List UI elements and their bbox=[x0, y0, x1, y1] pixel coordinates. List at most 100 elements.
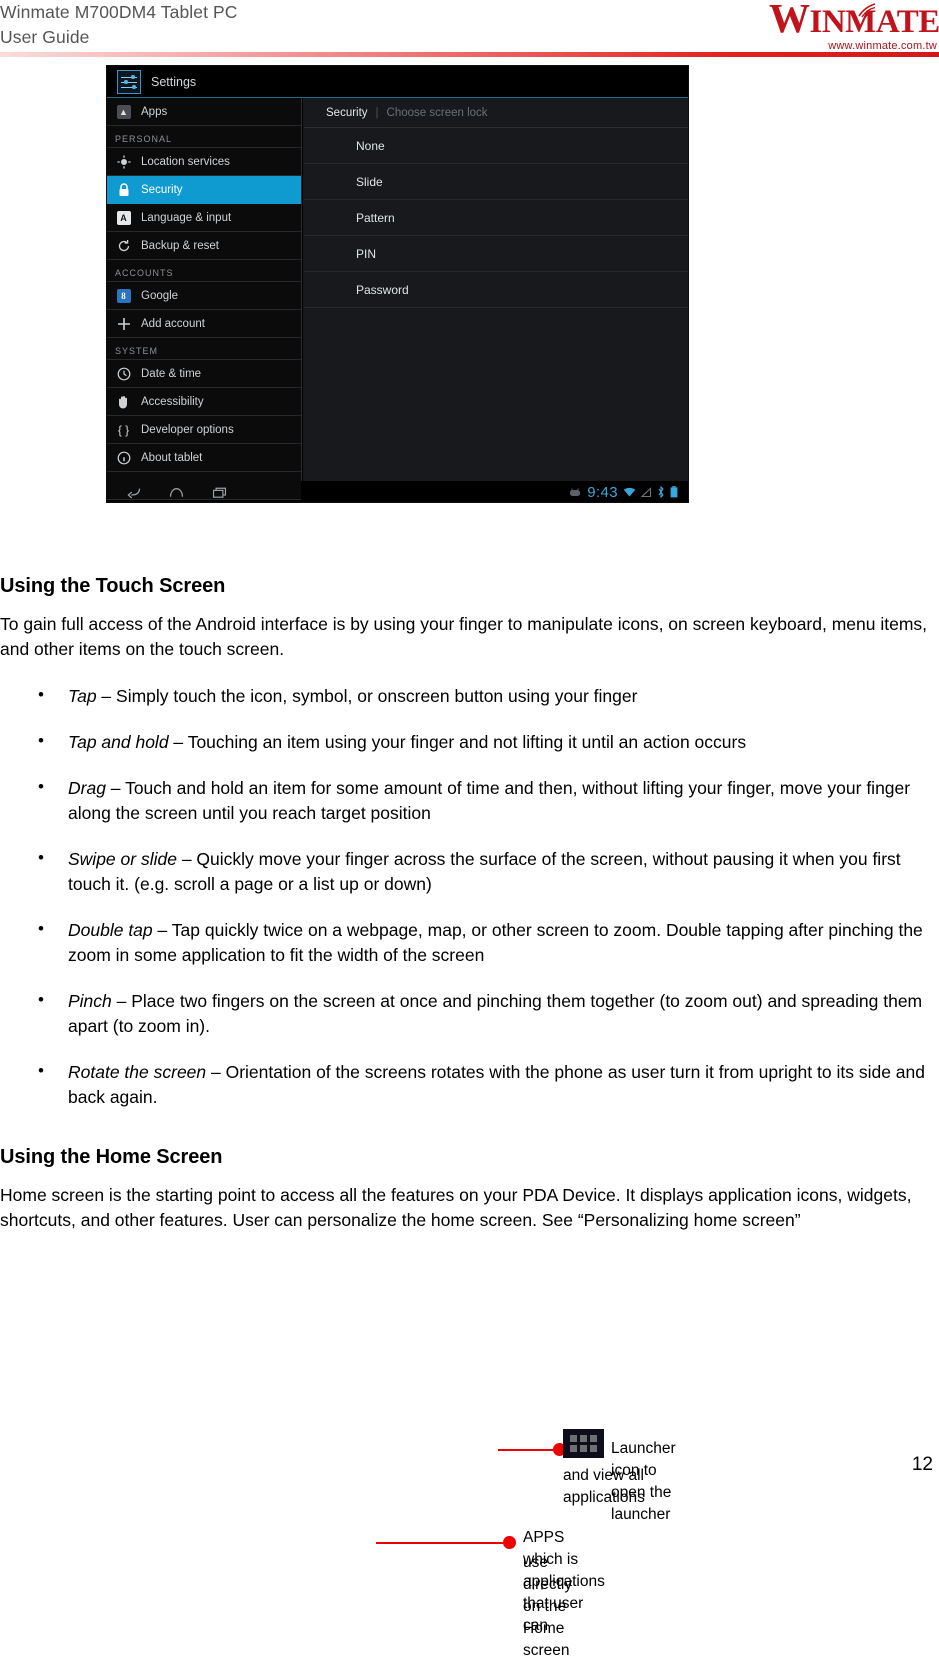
sidebar-item-developer-options[interactable]: { } Developer options bbox=[107, 416, 301, 444]
sidebar-header-label: PERSONAL bbox=[115, 134, 172, 144]
status-bar: 9:43 bbox=[568, 484, 682, 501]
gesture-term: Tap and hold bbox=[68, 732, 169, 752]
sidebar-item-label: About tablet bbox=[141, 452, 202, 464]
sidebar-item-date-and-time[interactable]: Date & time bbox=[107, 360, 301, 388]
section-heading-home-screen: Using the Home Screen bbox=[0, 1146, 939, 1169]
gesture-list: Tap – Simply touch the icon, symbol, or … bbox=[0, 684, 939, 1110]
header-divider-rule bbox=[0, 52, 939, 57]
home-screen-intro-paragraph: Home screen is the starting point to acc… bbox=[0, 1183, 939, 1233]
lock-icon bbox=[115, 181, 132, 198]
breadcrumb-separator: | bbox=[376, 107, 379, 119]
winmate-logo: WINMATE www.winmate.com.tw bbox=[769, 2, 937, 54]
backup-reset-icon bbox=[115, 237, 132, 254]
sidebar-item-label: Language & input bbox=[141, 212, 231, 224]
list-item: Pinch – Place two fingers on the screen … bbox=[0, 989, 939, 1039]
callout-leader-line bbox=[376, 1542, 508, 1544]
language-icon: A bbox=[115, 209, 132, 226]
sidebar-item-label: Accessibility bbox=[141, 396, 204, 408]
wifi-icon bbox=[623, 487, 636, 498]
logo-wordmark-rest: INMATE bbox=[810, 4, 939, 40]
signal-icon bbox=[641, 487, 652, 498]
callout-launcher-line2: and view all applications bbox=[563, 1465, 645, 1509]
sidebar-item-language-and-input[interactable]: A Language & input bbox=[107, 204, 301, 232]
document-content: Using the Touch Screen To gain full acce… bbox=[0, 503, 939, 1233]
logo-url: www.winmate.com.tw bbox=[769, 40, 937, 52]
list-item: Double tap – Tap quickly twice on a webp… bbox=[0, 918, 939, 968]
detail-pane-empty-space bbox=[304, 308, 688, 428]
document-title: Winmate M700DM4 Tablet PC User Guide bbox=[0, 0, 238, 50]
list-item: Tap – Simply touch the icon, symbol, or … bbox=[0, 684, 939, 709]
sidebar-item-add-account[interactable]: Add account bbox=[107, 310, 301, 338]
battery-icon bbox=[670, 486, 678, 498]
sidebar-item-label: Add account bbox=[141, 318, 205, 330]
sidebar-item-security[interactable]: Security bbox=[107, 176, 301, 204]
gesture-term: Rotate the screen bbox=[68, 1062, 206, 1082]
sidebar-header-label: ACCOUNTS bbox=[115, 268, 174, 278]
settings-detail-pane: Security | Choose screen lock None Slide… bbox=[302, 98, 688, 481]
launcher-grid-icon[interactable] bbox=[563, 1429, 604, 1458]
gesture-term: Double tap bbox=[68, 920, 153, 940]
list-item: Rotate the screen – Orientation of the s… bbox=[0, 1060, 939, 1110]
google-icon: 8 bbox=[115, 287, 132, 304]
settings-action-bar: Settings bbox=[107, 66, 688, 98]
lock-option-pin[interactable]: PIN bbox=[304, 236, 688, 272]
page-header: Winmate M700DM4 Tablet PC User Guide WIN… bbox=[0, 0, 939, 58]
bluetooth-icon bbox=[657, 486, 665, 498]
gesture-term: Pinch bbox=[68, 991, 112, 1011]
sidebar-item-about-tablet[interactable]: About tablet bbox=[107, 444, 301, 472]
sidebar-item-label: Date & time bbox=[141, 368, 201, 380]
list-item: Tap and hold – Touching an item using yo… bbox=[0, 730, 939, 755]
gesture-description: – Place two fingers on the screen at onc… bbox=[68, 991, 922, 1036]
settings-sidebar: ▲ Apps PERSONAL Location services Securi… bbox=[107, 98, 302, 481]
gesture-description: – Touching an item using your finger and… bbox=[169, 732, 747, 752]
page-number: 12 bbox=[912, 1454, 933, 1476]
document-title-line1: Winmate M700DM4 Tablet PC bbox=[0, 2, 238, 22]
gesture-description: – Simply touch the icon, symbol, or onsc… bbox=[97, 686, 638, 706]
location-icon bbox=[115, 153, 132, 170]
sidebar-item-label: Location services bbox=[141, 156, 230, 168]
lock-option-password[interactable]: Password bbox=[304, 272, 688, 308]
gesture-term: Swipe or slide bbox=[68, 849, 177, 869]
callout-apps-line2: use directly on the Home screen bbox=[523, 1552, 572, 1662]
status-clock: 9:43 bbox=[587, 484, 618, 501]
logo-wordmark: WINMATE bbox=[769, 2, 937, 39]
sidebar-item-google[interactable]: 8 Google bbox=[107, 282, 301, 310]
braces-icon: { } bbox=[115, 421, 132, 438]
sidebar-header-accounts: ACCOUNTS bbox=[107, 260, 301, 282]
plus-icon bbox=[115, 315, 132, 332]
sidebar-item-accessibility[interactable]: Accessibility bbox=[107, 388, 301, 416]
sidebar-item-label: Backup & reset bbox=[141, 240, 219, 252]
lock-option-pattern[interactable]: Pattern bbox=[304, 200, 688, 236]
section-heading-touch-screen: Using the Touch Screen bbox=[0, 575, 939, 598]
sidebar-item-backup-and-reset[interactable]: Backup & reset bbox=[107, 232, 301, 260]
back-arrow-icon[interactable] bbox=[125, 485, 142, 500]
gesture-description: – Tap quickly twice on a webpage, map, o… bbox=[68, 920, 923, 965]
gesture-description: – Touch and hold an item for some amount… bbox=[68, 778, 910, 823]
sidebar-header-label: SYSTEM bbox=[115, 346, 158, 356]
callout-annotations: Launcher icon to open the launcher and v… bbox=[0, 1424, 939, 1606]
lock-option-label: PIN bbox=[356, 247, 376, 261]
info-icon bbox=[115, 449, 132, 466]
breadcrumb: Security | Choose screen lock bbox=[304, 98, 688, 128]
gesture-description: – Quickly move your finger across the su… bbox=[68, 849, 901, 894]
android-robot-icon bbox=[568, 487, 582, 498]
sidebar-item-location-services[interactable]: Location services bbox=[107, 148, 301, 176]
lock-option-none[interactable]: None bbox=[304, 128, 688, 164]
sidebar-item-apps[interactable]: ▲ Apps bbox=[107, 98, 301, 126]
lock-option-label: Pattern bbox=[356, 211, 395, 225]
recent-apps-icon[interactable] bbox=[211, 485, 228, 500]
lock-option-label: Password bbox=[356, 283, 409, 297]
gesture-term: Drag bbox=[68, 778, 106, 798]
callout-leader-dot bbox=[503, 1536, 516, 1549]
callout-leader-line bbox=[498, 1449, 558, 1451]
document-title-line2: User Guide bbox=[0, 25, 238, 50]
sidebar-item-label: Security bbox=[141, 184, 183, 196]
lock-option-label: Slide bbox=[356, 175, 383, 189]
apps-icon: ▲ bbox=[115, 103, 132, 120]
sidebar-header-personal: PERSONAL bbox=[107, 126, 301, 148]
lock-option-slide[interactable]: Slide bbox=[304, 164, 688, 200]
home-icon[interactable] bbox=[168, 485, 185, 500]
settings-body: ▲ Apps PERSONAL Location services Securi… bbox=[107, 98, 688, 481]
breadcrumb-primary[interactable]: Security bbox=[326, 107, 368, 119]
list-item: Swipe or slide – Quickly move your finge… bbox=[0, 847, 939, 897]
